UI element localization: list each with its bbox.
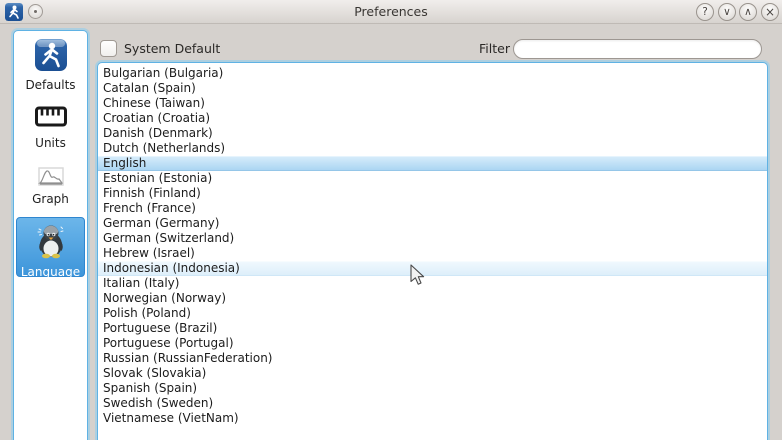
language-list-item[interactable]: Vietnamese (VietNam) bbox=[98, 411, 767, 426]
language-list-item[interactable]: Slovak (Slovakia) bbox=[98, 366, 767, 381]
penguin-icon bbox=[17, 222, 84, 263]
system-default-checkbox[interactable] bbox=[100, 40, 117, 57]
sidebar-item-language[interactable]: Language bbox=[16, 217, 85, 277]
language-list-item[interactable]: Swedish (Sweden) bbox=[98, 396, 767, 411]
system-default-label: System Default bbox=[124, 41, 220, 56]
filter-label: Filter bbox=[479, 41, 510, 56]
language-list-item[interactable]: Indonesian (Indonesia) bbox=[98, 261, 767, 276]
shade-button[interactable]: ∨ bbox=[718, 3, 736, 21]
language-list-item[interactable]: Dutch (Netherlands) bbox=[98, 141, 767, 156]
language-list-item[interactable]: Spanish (Spain) bbox=[98, 381, 767, 396]
titlebar: Preferences ? ∨ ∧ × bbox=[0, 0, 782, 24]
language-list-item[interactable]: French (France) bbox=[98, 201, 767, 216]
language-list-item[interactable]: Portuguese (Brazil) bbox=[98, 321, 767, 336]
language-list-item[interactable]: Catalan (Spain) bbox=[98, 81, 767, 96]
language-list-item[interactable]: Norwegian (Norway) bbox=[98, 291, 767, 306]
preferences-sidebar: Defaults Units Graph bbox=[13, 30, 88, 440]
language-list-item[interactable]: Hebrew (Israel) bbox=[98, 246, 767, 261]
hiker-icon bbox=[16, 37, 85, 76]
language-list: Bulgarian (Bulgaria)Catalan (Spain)Chine… bbox=[97, 62, 768, 440]
unshade-button[interactable]: ∧ bbox=[739, 3, 757, 21]
language-list-item[interactable]: Russian (RussianFederation) bbox=[98, 351, 767, 366]
sidebar-item-defaults[interactable]: Defaults bbox=[16, 37, 85, 92]
window-title: Preferences bbox=[0, 0, 782, 24]
language-list-item[interactable]: German (Germany) bbox=[98, 216, 767, 231]
language-list-item[interactable]: Chinese (Taiwan) bbox=[98, 96, 767, 111]
language-list-item[interactable]: Croatian (Croatia) bbox=[98, 111, 767, 126]
language-list-item[interactable]: Italian (Italy) bbox=[98, 276, 767, 291]
language-list-item[interactable]: German (Switzerland) bbox=[98, 231, 767, 246]
sidebar-item-label: Graph bbox=[16, 192, 85, 206]
sidebar-item-label: Language bbox=[17, 265, 84, 279]
help-button[interactable]: ? bbox=[696, 3, 714, 21]
sidebar-item-label: Defaults bbox=[16, 78, 85, 92]
language-list-item[interactable]: Danish (Denmark) bbox=[98, 126, 767, 141]
ruler-icon bbox=[16, 103, 85, 134]
language-list-item[interactable]: Bulgarian (Bulgaria) bbox=[98, 66, 767, 81]
filter-input[interactable] bbox=[513, 39, 762, 59]
close-button[interactable]: × bbox=[761, 3, 779, 21]
sidebar-item-units[interactable]: Units bbox=[16, 103, 85, 150]
graph-icon bbox=[16, 167, 85, 190]
language-list-item[interactable]: Estonian (Estonia) bbox=[98, 171, 767, 186]
language-list-item[interactable]: Finnish (Finland) bbox=[98, 186, 767, 201]
language-list-item[interactable]: Polish (Poland) bbox=[98, 306, 767, 321]
language-list-item[interactable]: English bbox=[98, 156, 767, 171]
language-list-item[interactable]: Portuguese (Portugal) bbox=[98, 336, 767, 351]
sidebar-item-label: Units bbox=[16, 136, 85, 150]
sidebar-item-graph[interactable]: Graph bbox=[16, 167, 85, 206]
